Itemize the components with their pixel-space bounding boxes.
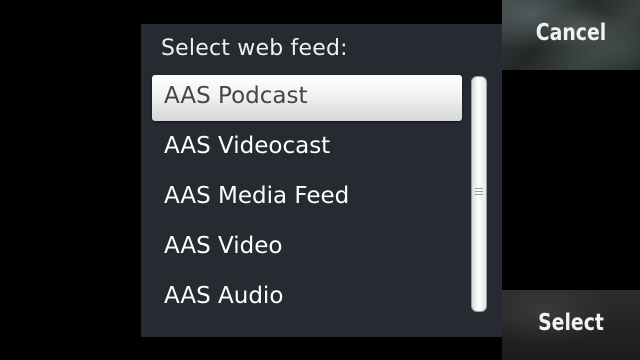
cancel-label: Cancel bbox=[535, 20, 607, 46]
list-item-label: AAS Audio bbox=[164, 283, 284, 309]
list-item-label: AAS Media Feed bbox=[164, 183, 350, 209]
list-item-aas-videocast[interactable]: AAS Videocast bbox=[152, 125, 462, 171]
list-item-aas-video[interactable]: AAS Video bbox=[152, 225, 462, 271]
list-item-label: AAS Video bbox=[164, 233, 283, 259]
web-feed-dialog: Select web feed: AAS Podcast AAS Videoca… bbox=[141, 24, 502, 337]
list-item-aas-podcast[interactable]: AAS Podcast bbox=[152, 75, 462, 121]
select-label: Select bbox=[538, 310, 604, 336]
cancel-softkey[interactable]: Cancel bbox=[502, 0, 640, 70]
select-softkey[interactable]: Select bbox=[502, 290, 640, 360]
list-item-aas-media-feed[interactable]: AAS Media Feed bbox=[152, 175, 462, 221]
scrollbar-thumb[interactable] bbox=[471, 76, 487, 312]
scrollbar-grip-line bbox=[475, 191, 483, 192]
dialog-title: Select web feed: bbox=[161, 36, 348, 61]
scrollbar-grip-line bbox=[475, 194, 483, 195]
feed-list: AAS Podcast AAS Videocast AAS Media Feed… bbox=[152, 75, 462, 325]
list-item-aas-audio[interactable]: AAS Audio bbox=[152, 275, 462, 321]
list-item-label: AAS Podcast bbox=[164, 83, 308, 109]
screen: Select web feed: AAS Podcast AAS Videoca… bbox=[0, 0, 640, 360]
scrollbar-grip-line bbox=[475, 188, 483, 189]
list-item-label: AAS Videocast bbox=[164, 133, 331, 159]
